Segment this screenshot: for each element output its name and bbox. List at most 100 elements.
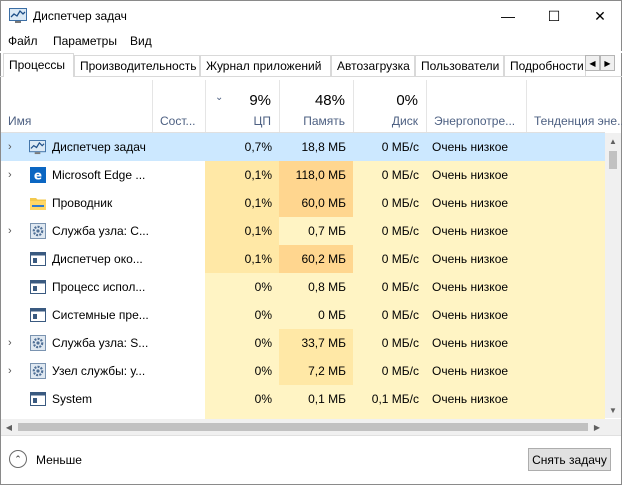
gear-icon [29, 363, 46, 379]
process-trend-cell [526, 217, 605, 245]
minimize-button[interactable]: — [485, 1, 531, 31]
process-cpu-cell: 0% [205, 329, 279, 357]
expand-chevron-icon[interactable]: › [8, 133, 12, 161]
process-trend-cell [526, 161, 605, 189]
process-disk-cell: 0 МБ/с [353, 217, 426, 245]
tab-scroll-right-button[interactable]: ▶ [600, 55, 615, 71]
tab-performance[interactable]: Производительность [74, 55, 200, 77]
process-name-cell: › Служба узла: С... [1, 217, 152, 245]
horizontal-scrollbar[interactable]: ◀ ▶ [1, 419, 621, 435]
triangle-left-icon: ◀ [589, 58, 596, 68]
expand-chevron-icon[interactable]: › [8, 329, 12, 357]
gear-icon [29, 335, 46, 351]
end-task-button[interactable]: Снять задачу [528, 448, 611, 471]
column-header-name[interactable]: Имя [1, 80, 152, 132]
tab-app-history[interactable]: Журнал приложений [200, 55, 331, 77]
process-name-cell: › Диспетчер задач [1, 133, 152, 161]
tab-details[interactable]: Подробности [504, 55, 586, 77]
process-power-cell: Очень низкое [426, 301, 526, 329]
column-header-status[interactable]: Сост... [152, 80, 205, 132]
column-header-power[interactable]: Энергопотре... [426, 80, 526, 132]
process-cpu-cell: 0% [205, 357, 279, 385]
column-header-disk[interactable]: 0% Диск [353, 80, 426, 132]
column-header-trend[interactable]: Тенденция эне... [526, 80, 622, 132]
process-cpu-cell: 0,1% [205, 189, 279, 217]
table-row[interactable]: › Узел службы: у... 0% 7,2 МБ 0 МБ/с Очень ни… [1, 357, 605, 385]
process-trend-cell [526, 329, 605, 357]
vertical-scroll-thumb[interactable] [609, 151, 617, 169]
column-header-cpu[interactable]: ⌄ 9% ЦП [205, 80, 279, 132]
menu-options[interactable]: Параметры [53, 34, 117, 48]
menu-view[interactable]: Вид [130, 34, 152, 48]
tab-scroll-left-button[interactable]: ◀ [585, 55, 600, 71]
scroll-left-icon[interactable]: ◀ [1, 419, 17, 435]
process-name: Служба узла: S... [52, 336, 149, 350]
task-manager-icon [29, 139, 46, 155]
process-name: Диспетчер задач [52, 140, 146, 154]
process-name-cell: System [1, 385, 152, 413]
table-row[interactable]: › Диспетчер задач 0,7% 18,8 МБ 0 МБ/с Очень н… [1, 133, 605, 161]
table-row[interactable]: Диспетчер око... 0,1% 60,2 МБ 0 МБ/с Очень н… [1, 245, 605, 273]
expand-chevron-icon[interactable]: › [8, 357, 12, 385]
process-cpu-cell: 0% [205, 301, 279, 329]
process-status-cell [152, 245, 205, 273]
close-button[interactable]: ✕ [577, 1, 622, 31]
folder-icon [29, 195, 46, 211]
process-memory-cell: 0,1 МБ [279, 385, 353, 413]
menu-file[interactable]: Файл [8, 34, 38, 48]
process-name: Диспетчер око... [52, 252, 143, 266]
maximize-button[interactable]: ☐ [531, 1, 577, 31]
process-status-cell [152, 329, 205, 357]
table-row[interactable]: Процесс испол... 0% 0,8 МБ 0 МБ/с Очень низк… [1, 273, 605, 301]
gear-icon [29, 223, 46, 239]
collapse-details-icon[interactable]: ⌃ [9, 450, 27, 468]
fewer-details-link[interactable]: Меньше [36, 453, 82, 467]
window-icon [29, 391, 46, 407]
process-cpu-cell: 0,1% [205, 245, 279, 273]
process-name: Процесс испол... [52, 280, 146, 294]
process-power-cell: Очень низкое [426, 385, 526, 413]
process-status-cell [152, 217, 205, 245]
tab-processes[interactable]: Процессы [3, 53, 74, 77]
scroll-up-icon[interactable]: ▲ [605, 133, 621, 149]
scroll-down-icon[interactable]: ▼ [605, 402, 621, 418]
vertical-scrollbar[interactable]: ▲ ▼ [605, 133, 621, 418]
process-trend-cell [526, 301, 605, 329]
process-trend-cell [526, 189, 605, 217]
process-memory-cell: 60,0 МБ [279, 189, 353, 217]
tab-startup[interactable]: Автозагрузка [331, 55, 415, 77]
table-row[interactable]: › e Microsoft Edge ... 0,1% 118,0 МБ 0 МБ/с Оч… [1, 161, 605, 189]
process-disk-cell: 0 МБ/с [353, 189, 426, 217]
column-header-memory[interactable]: 48% Память [279, 80, 353, 132]
process-memory-cell: 118,0 МБ [279, 161, 353, 189]
expand-chevron-icon[interactable]: › [8, 217, 12, 245]
process-status-cell [152, 357, 205, 385]
process-power-cell: Очень низкое [426, 245, 526, 273]
table-row[interactable]: › Служба узла: С... 0,1% 0,7 МБ 0 МБ/с Очень … [1, 217, 605, 245]
process-trend-cell [526, 357, 605, 385]
column-header-disk-label: Диск [391, 114, 418, 128]
horizontal-scroll-thumb[interactable] [18, 423, 588, 431]
title-bar: Диспетчер задач — ☐ ✕ [0, 0, 622, 31]
process-disk-cell: 0 МБ/с [353, 273, 426, 301]
table-row[interactable]: System 0% 0,1 МБ 0,1 МБ/с Очень низкое [1, 385, 605, 413]
process-trend-cell [526, 273, 605, 301]
tab-users[interactable]: Пользователи [415, 55, 504, 77]
table-row[interactable]: Проводник 0,1% 60,0 МБ 0 МБ/с Очень низкое [1, 189, 605, 217]
table-row[interactable]: › Служба узла: S... 0% 33,7 МБ 0 МБ/с Очень н… [1, 329, 605, 357]
column-header-trend-label: Тенденция эне... [534, 114, 622, 128]
sort-descending-icon: ⌄ [215, 92, 224, 103]
expand-chevron-icon[interactable]: › [8, 161, 12, 189]
scroll-right-icon[interactable]: ▶ [589, 419, 605, 435]
process-power-cell: Очень низкое [426, 329, 526, 357]
process-name-cell: Системные пре... [1, 301, 152, 329]
process-cpu-cell: 0,7% [205, 133, 279, 161]
process-memory-cell: 0,8 МБ [279, 273, 353, 301]
process-status-cell [152, 189, 205, 217]
triangle-right-icon: ▶ [604, 58, 611, 68]
footer-divider [1, 435, 621, 436]
process-name: System [52, 392, 93, 406]
table-row[interactable]: Системные пре... 0% 0 МБ 0 МБ/с Очень низкое [1, 301, 605, 329]
process-disk-cell: 0,1 МБ/с [353, 385, 426, 413]
process-name-cell: Диспетчер око... [1, 245, 152, 273]
